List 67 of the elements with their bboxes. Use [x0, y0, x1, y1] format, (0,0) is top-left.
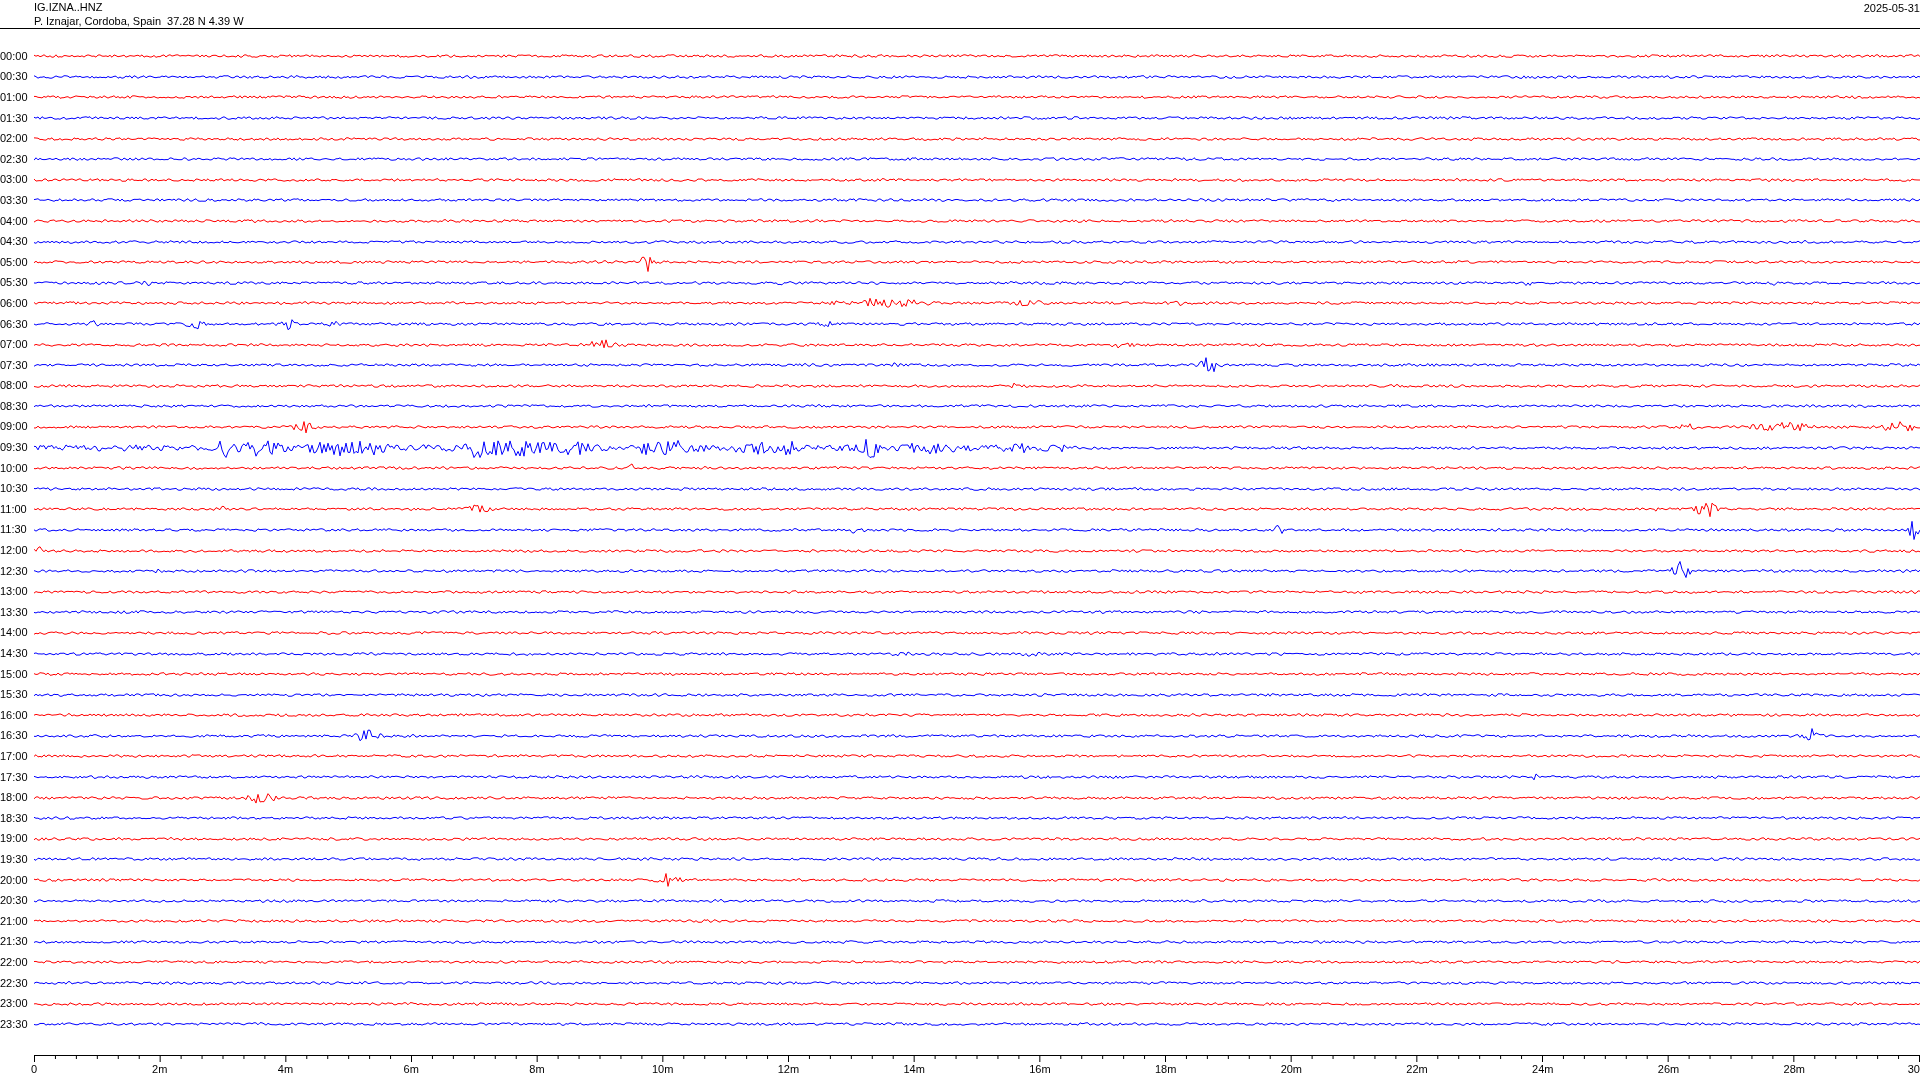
time-label: 19:00: [0, 833, 29, 845]
tick-label: 28m: [1783, 1063, 1805, 1075]
time-label: 13:30: [0, 606, 29, 618]
station-info: P. Iznajar, Cordoba, Spain 37.28 N 4.39 W: [34, 14, 244, 28]
tick-label: 20m: [1280, 1063, 1303, 1075]
time-label: 03:30: [0, 194, 29, 206]
time-label: 22:00: [0, 956, 29, 968]
time-label: 17:30: [0, 771, 29, 783]
tick-label: 30: [1907, 1063, 1920, 1075]
tick-label: 0: [31, 1063, 38, 1075]
time-label: 09:30: [0, 442, 29, 454]
channel-name: IG.IZNA..HNZ: [34, 0, 104, 14]
time-label: 21:30: [0, 936, 29, 948]
tick-label: 10m: [651, 1063, 674, 1075]
time-label: 11:00: [0, 503, 28, 515]
time-label: 02:00: [0, 133, 29, 145]
time-label: 23:00: [0, 998, 29, 1010]
tick-label: 8m: [529, 1063, 545, 1075]
time-label: 06:00: [0, 297, 29, 309]
time-label: 22:30: [0, 977, 29, 989]
time-label: 03:00: [0, 174, 29, 186]
time-label: 14:00: [0, 627, 29, 639]
time-label: 14:30: [0, 648, 29, 659]
time-label: 20:00: [0, 874, 29, 886]
time-label: 18:30: [0, 812, 29, 824]
time-label: 04:00: [0, 215, 29, 227]
time-label: 07:00: [0, 339, 29, 351]
time-label: 09:00: [0, 421, 29, 433]
tick-label: 6m: [403, 1063, 419, 1075]
time-label: 02:30: [0, 153, 29, 165]
time-label: 20:30: [0, 895, 29, 907]
time-label: 01:00: [0, 92, 29, 103]
time-label: 08:30: [0, 400, 29, 412]
tick-label: 18m: [1154, 1063, 1177, 1075]
tick-label: 26m: [1657, 1063, 1680, 1075]
time-label: 19:30: [0, 853, 29, 865]
time-label: 00:00: [0, 50, 29, 62]
tick-label: 24m: [1532, 1063, 1554, 1075]
time-label: 08:00: [0, 380, 29, 392]
tick-label: 4m: [277, 1063, 294, 1075]
time-label: 13:00: [0, 586, 29, 598]
time-label: 15:00: [0, 668, 29, 680]
time-label: 10:00: [0, 462, 29, 474]
time-label: 17:00: [0, 751, 29, 762]
time-label: 01:30: [0, 112, 29, 124]
tick-label: 22m: [1406, 1063, 1428, 1075]
time-label: 23:30: [0, 1018, 29, 1030]
tick-label: 12m: [777, 1063, 800, 1075]
time-label: 10:30: [0, 483, 29, 495]
time-label: 16:00: [0, 709, 29, 721]
time-label: 06:30: [0, 318, 29, 330]
time-label: 11:30: [0, 524, 28, 536]
time-label: 15:30: [0, 689, 29, 701]
tick-label: 2m: [152, 1063, 168, 1075]
time-label: 21:00: [0, 915, 29, 927]
time-label: 12:30: [0, 565, 29, 577]
tick-label: 14m: [903, 1063, 925, 1075]
time-label: 12:00: [0, 545, 29, 557]
time-label: 16:30: [0, 730, 29, 742]
tick-label: 16m: [1029, 1063, 1051, 1075]
time-label: 05:00: [0, 256, 29, 268]
time-label: 00:30: [0, 71, 29, 83]
time-label: 18:00: [0, 792, 29, 804]
time-label: 05:30: [0, 277, 29, 289]
date-label: 2025-05-31: [1863, 1, 1920, 15]
time-label: 04:30: [0, 236, 29, 248]
time-label: 07:30: [0, 359, 29, 371]
